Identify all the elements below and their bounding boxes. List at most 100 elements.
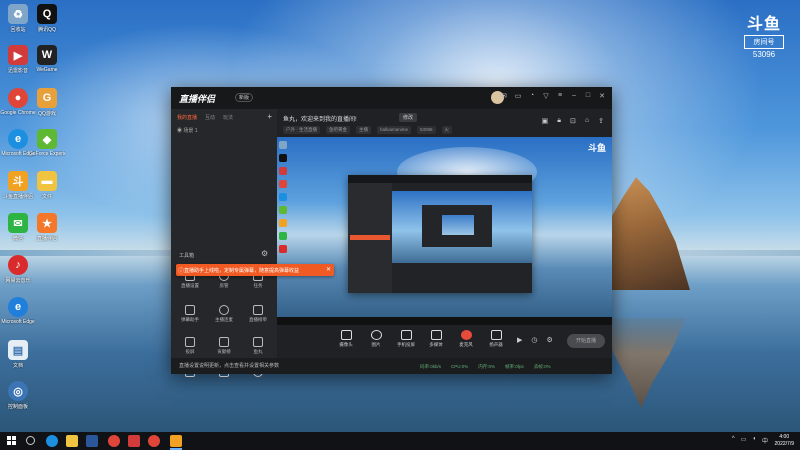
image-button[interactable]: 图片 xyxy=(362,330,390,348)
tool-cast[interactable]: 投屏 xyxy=(175,337,205,355)
tool-barrage[interactable]: 弹幕助手 xyxy=(175,305,205,323)
control-panel-icon: ◎ xyxy=(8,381,28,401)
phone-cast-button[interactable]: 手机投屏 xyxy=(392,330,420,348)
douyu-watermark: 斗鱼 房间号 53096 xyxy=(740,10,788,59)
preview-desktop-icons xyxy=(279,139,291,258)
desktop-icon-qq[interactable]: Q 腾讯QQ xyxy=(29,4,65,33)
recycle-bin-icon: ♻ xyxy=(8,4,28,24)
minimize-icon[interactable]: – xyxy=(570,92,578,100)
banner-close-icon[interactable]: ✕ xyxy=(326,266,331,273)
search-icon[interactable] xyxy=(26,436,35,445)
desktop-icon-folder[interactable]: ▬ 文件 xyxy=(29,171,65,200)
start-live-button[interactable]: 开始直播 xyxy=(567,334,605,348)
taskbar-douyu-icon[interactable] xyxy=(170,435,182,447)
clock-date: 2022/7/9 xyxy=(774,441,794,447)
douyu-icon: 斗 xyxy=(8,171,28,191)
tab-interact[interactable]: 互动 xyxy=(205,114,215,121)
windows-taskbar: ^ ▭ ◖ 中 4:00 2022/7/9 xyxy=(0,432,800,450)
promo-banner[interactable]: ⓘ 直播助手上线啦，定制专属弹幕，随意提高弹幕收益 ✕ xyxy=(176,264,334,276)
tool-rank[interactable]: 直播榜单 xyxy=(243,305,273,323)
meta-role: 主播 xyxy=(356,126,371,134)
shirt-icon[interactable]: ▽ xyxy=(542,92,550,100)
close-icon[interactable]: ✕ xyxy=(598,92,606,100)
netease-music-icon: ♪ xyxy=(8,255,28,275)
share-icon[interactable]: ⇪ xyxy=(598,117,604,125)
mic-icon xyxy=(219,305,229,315)
network-icon[interactable]: ▭ xyxy=(741,436,747,445)
taskbar-chrome-2-icon[interactable] xyxy=(148,435,160,447)
cliff-reflection xyxy=(604,318,686,408)
taskbar-folder-icon[interactable] xyxy=(66,435,78,447)
screen-icon[interactable]: ▭ xyxy=(514,92,522,100)
desktop-icon-control-panel[interactable]: ◎ 控制面板 xyxy=(0,381,36,410)
sidebar-tabs: 我的直播 互动 玩法 xyxy=(171,109,277,126)
folder-icon: ▬ xyxy=(37,171,57,191)
app-brand: 直播伴侣 xyxy=(179,94,216,104)
speaker-icon xyxy=(490,330,502,340)
timer-icon[interactable]: ◷ xyxy=(531,336,537,344)
cast-icon xyxy=(185,337,195,347)
record-icon[interactable]: ⊡ xyxy=(570,117,576,125)
media-button[interactable]: 多媒体 xyxy=(422,330,450,348)
desktop-icon-netease-music[interactable]: ♪ 网易云音乐 xyxy=(0,255,36,284)
taskbar-store-icon[interactable] xyxy=(86,435,98,447)
sidebar: 我的直播 互动 玩法 + ◉ 场景 1 工具箱 ⚙ 直播设置 房管 任务 弹幕助… xyxy=(171,109,277,377)
video-icon[interactable]: ▶ xyxy=(517,336,522,344)
windows-start-icon[interactable] xyxy=(7,436,16,445)
desktop-icon-wegame[interactable]: W WeGame xyxy=(29,45,65,73)
wegame-icon: W xyxy=(37,45,57,65)
taskbar-chrome-icon[interactable] xyxy=(108,435,120,447)
banner-text: 直播助手上线啦，定制专属弹幕，随意提高弹幕收益 xyxy=(184,268,300,274)
live-companion-window: 直播伴侣 新版 ✉ ▭ ◔ ▽ ≡ – □ ✕ 我的直播 互动 玩法 + ◉ 场… xyxy=(171,87,612,377)
taskbar-edge-icon[interactable] xyxy=(46,435,58,447)
microphone-button[interactable]: 麦克风 xyxy=(452,330,480,348)
tools-label: 工具箱 xyxy=(179,253,195,259)
edge-icon: e xyxy=(8,129,28,149)
maximize-icon[interactable]: □ xyxy=(584,92,592,100)
add-scene-icon[interactable]: + xyxy=(267,112,272,121)
menu-icon[interactable]: ≡ xyxy=(556,92,564,100)
meta-fishbar[interactable]: 鱼吧黄金 xyxy=(326,126,350,134)
desktop-icon-live[interactable]: ★ 直播伴侣 xyxy=(29,213,65,242)
edge-icon: e xyxy=(8,297,28,317)
tab-my-live[interactable]: 我的直播 xyxy=(177,114,197,121)
lock-icon[interactable]: 🔒︎ xyxy=(557,117,561,125)
desktop-icon-edge-2[interactable]: e Microsoft Edge xyxy=(0,297,36,325)
fishball-icon xyxy=(253,337,263,347)
preview-watermark: 斗鱼 xyxy=(587,143,606,153)
image-icon xyxy=(370,330,382,340)
title-bar: 直播伴侣 新版 ✉ ▭ ◔ ▽ ≡ – □ ✕ xyxy=(171,87,612,109)
notification-icon[interactable]: ⌂ xyxy=(585,117,589,125)
gear-icon[interactable]: ⚙ xyxy=(547,336,553,344)
wechat-icon: ✉ xyxy=(8,213,28,233)
tool-link-mic[interactable]: 主播连麦 xyxy=(209,305,239,323)
preview-taskbar xyxy=(277,317,612,325)
tool-contrib[interactable]: 贡献榜 xyxy=(209,337,239,355)
message-icon[interactable]: ✉ xyxy=(500,92,508,100)
edit-title-button[interactable]: 修改 xyxy=(399,113,418,122)
rank-icon xyxy=(253,305,263,315)
taskbar-clock[interactable]: 4:00 2022/7/9 xyxy=(775,434,794,448)
tools-settings-icon[interactable]: ⚙ xyxy=(261,249,268,258)
ime-icon[interactable]: 中 xyxy=(762,436,768,445)
document-icon: ▤ xyxy=(8,340,28,360)
volume-icon[interactable]: ◖ xyxy=(752,436,756,445)
taskbar-player-icon[interactable] xyxy=(128,435,140,447)
desktop-icon-document[interactable]: ▤ 文档 xyxy=(0,340,36,369)
bell-icon[interactable]: ◔ xyxy=(528,92,536,100)
live-icon: ★ xyxy=(37,213,57,233)
eye-icon[interactable]: ◉ xyxy=(177,128,182,134)
tab-play[interactable]: 玩法 xyxy=(223,114,233,121)
status-text[interactable]: 直播设置说明更新，点击查看并设置相关参数 xyxy=(179,362,279,369)
live-preview[interactable]: 斗鱼 xyxy=(277,137,612,325)
meta-category[interactable]: 户外 · 生活直播 xyxy=(283,126,320,134)
screen-layout-icon[interactable]: ▣ xyxy=(542,117,549,125)
chevron-up-icon[interactable]: ^ xyxy=(732,436,735,445)
camera-button[interactable]: 摄像头 xyxy=(332,330,360,348)
scene-item[interactable]: ◉ 场景 1 xyxy=(177,127,198,134)
tool-fishball[interactable]: 鱼丸 xyxy=(243,337,273,355)
desktop-icon-qq-game[interactable]: G QQ游戏 xyxy=(29,88,65,117)
version-badge[interactable]: 新版 xyxy=(235,93,254,102)
speaker-button[interactable]: 扬声器 xyxy=(482,330,510,348)
desktop-icon-geforce[interactable]: ◆ GeForce Experience xyxy=(29,129,65,157)
